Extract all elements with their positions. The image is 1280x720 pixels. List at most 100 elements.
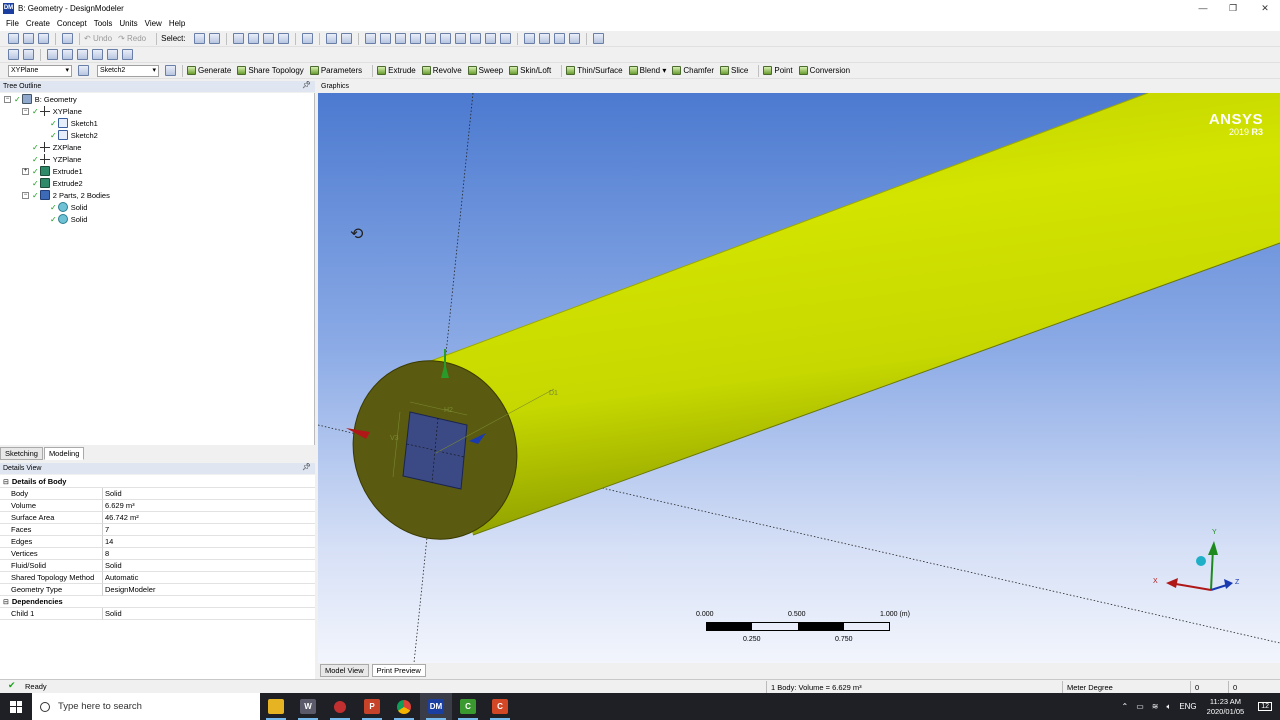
details-row[interactable]: Volume 6.629 m³ [0,500,315,512]
menu-tools[interactable]: Tools [94,19,113,28]
menu-help[interactable]: Help [169,19,185,28]
zoom-box-icon[interactable] [409,33,421,44]
save-as-icon[interactable] [38,33,49,44]
arc-constraint-icon[interactable] [77,49,88,60]
collapse-icon[interactable]: − [22,107,29,115]
start-button[interactable] [0,693,32,720]
details-row[interactable]: Faces 7 [0,524,315,536]
input-language[interactable]: ENG [1179,702,1196,711]
details-row[interactable]: Body Solid [0,488,315,500]
new-sketch-icon[interactable] [23,49,34,60]
point-button[interactable]: Point [763,66,793,75]
conversion-button[interactable]: Conversion [798,66,850,75]
dimension-v3-label[interactable]: V3 [390,435,399,442]
taskbar-workbench[interactable]: W [292,693,324,720]
line-constraint-icon[interactable] [62,49,73,60]
tree-node-solid-2[interactable]: ✓ Solid [50,213,87,225]
menu-units[interactable]: Units [119,19,137,28]
graphics-viewport[interactable]: H2 V3 D1 ⟲ Y X Z ANSYS 2019 R3 0.000 0.5… [318,93,1280,663]
volume-icon[interactable]: 🔈︎ [1167,702,1172,712]
tree-node-xyplane[interactable]: − ✓ XYPlane [22,105,82,117]
collapse-icon[interactable]: − [22,191,29,199]
display-model-icon[interactable] [523,33,535,44]
coincident-constraint-icon[interactable] [107,49,118,60]
triad-iso-ball[interactable] [1196,556,1206,566]
pin-tool-icon[interactable] [122,49,133,60]
details-row[interactable]: Vertices 8 [0,548,315,560]
save-icon[interactable] [23,33,34,44]
box-select-icon[interactable] [325,33,337,44]
menu-file[interactable]: File [6,19,19,28]
taskbar-file-explorer[interactable] [260,693,292,720]
blend-button[interactable]: Blend ▾ [628,66,666,75]
zoom-icon[interactable] [394,33,406,44]
display-points-icon[interactable] [538,33,550,44]
tab-modeling[interactable]: Modeling [43,447,85,460]
look-at-icon[interactable] [592,33,604,44]
details-row[interactable]: Fluid/Solid Solid [0,560,315,572]
display-edges-icon[interactable] [553,33,565,44]
menu-concept[interactable]: Concept [57,19,87,28]
new-icon[interactable] [8,33,19,44]
screenshot-icon[interactable] [62,33,73,44]
selection-extend-icon[interactable] [301,33,313,44]
slice-button[interactable]: Slice [720,66,748,75]
network-icon[interactable]: ▭ [1136,702,1144,711]
tree-node-sketch1[interactable]: ✓ Sketch1 [50,117,98,129]
chevron-up-icon[interactable]: ⌃ [1122,702,1129,711]
details-row[interactable]: Shared Topology Method Automatic [0,572,315,584]
previous-view-icon[interactable] [454,33,466,44]
plane-selector[interactable]: XYPlane [8,64,72,77]
parameters-button[interactable]: Parameters [309,66,362,75]
taskbar-chrome[interactable] [388,693,420,720]
share-topology-button[interactable]: Share Topology [237,66,304,75]
details-row[interactable]: Surface Area 46.742 m² [0,512,315,524]
details-row[interactable]: Child 1 Solid [0,608,315,620]
tab-print-preview[interactable]: Print Preview [371,664,426,677]
details-row[interactable]: Geometry Type DesignModeler [0,584,315,596]
pin-icon[interactable]: 📌︎ [302,81,311,89]
taskbar-designmodeler[interactable]: DM [420,693,452,720]
extrude-button[interactable]: Extrude [377,66,416,75]
revolve-button[interactable]: Revolve [421,66,462,75]
display-shaded-icon[interactable] [568,33,580,44]
restore-icon[interactable]: ❐ [1218,0,1248,16]
close-icon[interactable]: ✕ [1250,0,1280,16]
tree-node-sketch2[interactable]: ✓ Sketch2 [50,129,98,141]
taskbar-powerpoint[interactable]: P [356,693,388,720]
lasso-select-icon[interactable] [340,33,352,44]
thin-surface-button[interactable]: Thin/Surface [566,66,623,75]
tree-node-parts-bodies[interactable]: − ✓ 2 Parts, 2 Bodies [22,189,110,201]
tab-sketching[interactable]: Sketching [0,447,43,460]
sweep-button[interactable]: Sweep [467,66,503,75]
notification-icon[interactable]: 12 [1258,702,1272,711]
redo-button[interactable]: ↷ Redo [118,34,146,43]
filter-edges-icon[interactable] [247,33,259,44]
filter-bodies-icon[interactable] [277,33,289,44]
dimension-h2-label[interactable]: H2 [444,407,453,414]
new-plane-icon[interactable] [8,49,19,60]
collapse-icon[interactable]: − [4,95,11,103]
select-filter-icon[interactable] [208,33,220,44]
filter-faces-icon[interactable] [262,33,274,44]
tree-node-extrude2[interactable]: ✓ Extrude2 [32,177,83,189]
zoom-fit-icon[interactable] [424,33,436,44]
taskbar-app-3[interactable] [324,693,356,720]
tree-node-extrude1[interactable]: + ✓ Extrude1 [22,165,83,177]
rotate-icon[interactable] [364,33,376,44]
tab-model-view[interactable]: Model View [320,664,369,677]
model-canvas[interactable]: H2 V3 D1 ⟲ Y X Z [318,93,1280,663]
minimize-icon[interactable]: — [1188,0,1218,16]
details-group-body[interactable]: Details of Body [0,476,315,488]
display-plane-icon[interactable] [499,33,511,44]
tree-node-geometry[interactable]: − ✓ B: Geometry [4,93,77,105]
next-view-icon[interactable] [469,33,481,44]
filter-points-icon[interactable] [232,33,244,44]
status-units[interactable]: Meter Degree [1062,681,1190,693]
pan-icon[interactable] [379,33,391,44]
new-sketch-button-icon[interactable] [165,65,176,76]
details-group-dependencies[interactable]: Dependencies [0,596,315,608]
point-constraint-icon[interactable] [47,49,58,60]
pin-icon[interactable]: 📌︎ [302,463,311,471]
menu-create[interactable]: Create [26,19,50,28]
